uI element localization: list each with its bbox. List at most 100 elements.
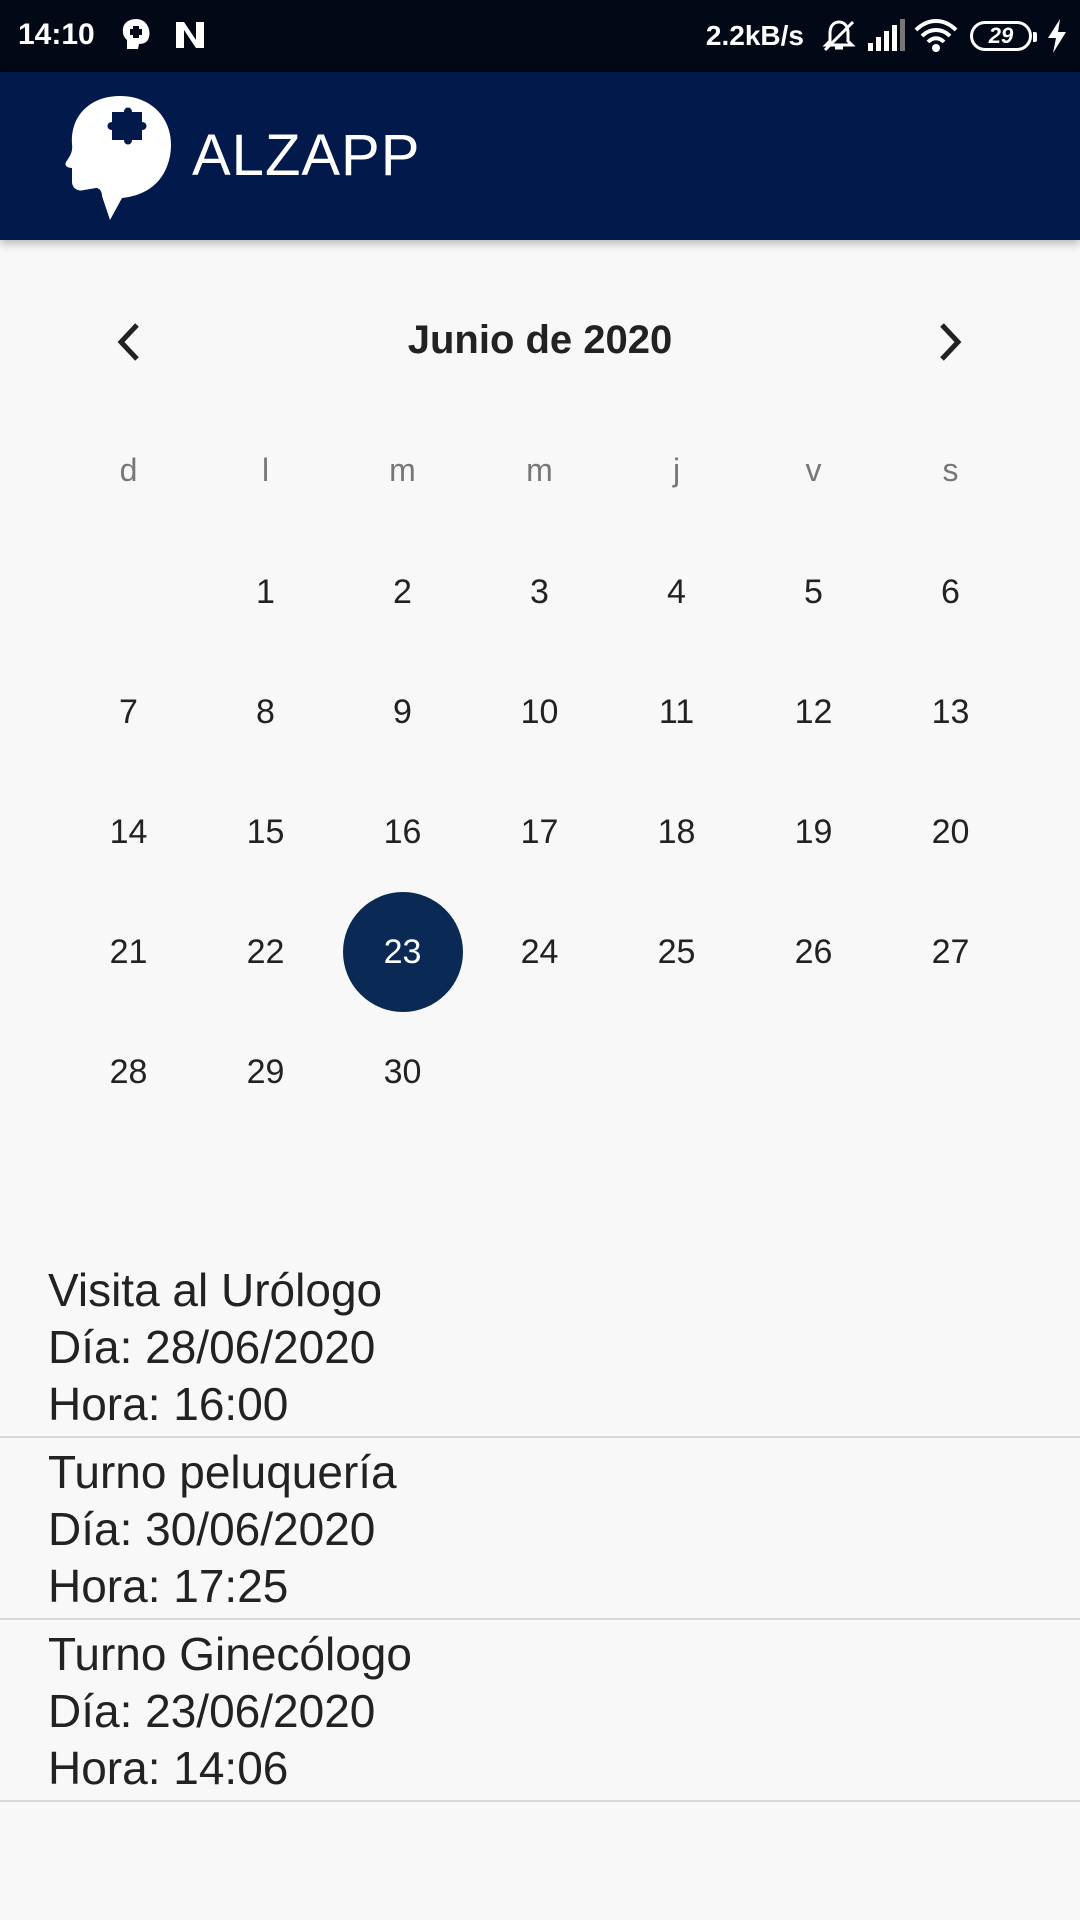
event-title: Visita al Urólogo [48, 1264, 383, 1316]
app-title: ALZAPP [192, 123, 421, 188]
calendar-day[interactable]: 11 [608, 652, 745, 772]
day-number: 15 [246, 812, 285, 851]
calendar-day[interactable]: 8 [197, 652, 334, 772]
calendar-day[interactable]: 1 [197, 532, 334, 652]
calendar-day[interactable]: 3 [471, 532, 608, 652]
calendar-day[interactable]: 13 [882, 652, 1019, 772]
calendar-empty-cell [60, 532, 197, 652]
calendar-day[interactable]: 26 [745, 892, 882, 1012]
weekday-header-row: dlmmjvs [60, 452, 1020, 489]
event-time: Hora: 16:00 [48, 1378, 289, 1430]
calendar-day[interactable]: 6 [882, 532, 1019, 652]
day-number: 24 [520, 932, 559, 971]
day-number: 11 [658, 692, 695, 731]
weekday-label: m [526, 452, 553, 488]
day-number: 16 [383, 812, 422, 851]
event-list-item[interactable]: Turno Ginecólogo Día: 23/06/2020 Hora: 14:… [0, 1620, 1080, 1802]
day-number: 22 [246, 932, 285, 971]
day-number: 18 [657, 812, 696, 851]
day-number: 12 [794, 692, 833, 731]
weekday-label: v [805, 452, 822, 488]
calendar-day[interactable]: 21 [60, 892, 197, 1012]
calendar-day[interactable]: 2 [334, 532, 471, 652]
calendar-day[interactable]: 5 [745, 532, 882, 652]
calendar-day[interactable]: 9 [334, 652, 471, 772]
day-number: 5 [804, 572, 823, 611]
mute-icon [822, 20, 856, 52]
event-date: Día: 28/06/2020 [48, 1321, 376, 1373]
event-title: Turno peluquería [48, 1446, 397, 1498]
event-date: Día: 23/06/2020 [48, 1685, 376, 1737]
event-list-item[interactable]: Visita al Urólogo Día: 28/06/2020 Hora: 16… [0, 1256, 1080, 1438]
n-app-icon [176, 22, 204, 48]
battery-level: 29 [988, 23, 1014, 48]
weekday-label: j [672, 452, 681, 488]
day-number: 13 [931, 692, 970, 731]
day-number: 8 [256, 692, 275, 731]
weekday-label: s [942, 452, 959, 488]
signal-icon [868, 19, 905, 51]
calendar-day-grid: 1 2 3 4 5 6 7 8 9 10 11 12 13 14 15 16 17 18 19 20 21 22 23 24 2… [60, 532, 1020, 1132]
status-time: 14:10 [18, 18, 95, 51]
day-number: 2 [393, 572, 412, 611]
calendar-day[interactable]: 4 [608, 532, 745, 652]
day-number: 27 [931, 932, 970, 971]
calendar-day[interactable]: 30 [334, 1012, 471, 1132]
day-number: 29 [246, 1052, 285, 1091]
calendar-day[interactable]: 25 [608, 892, 745, 1012]
event-list-item[interactable]: Turno peluquería Día: 30/06/2020 Hora: 17:… [0, 1438, 1080, 1620]
calendar-day[interactable]: 7 [60, 652, 197, 772]
day-number: 19 [794, 812, 833, 851]
calendar-header: Junio de 2020 [0, 300, 1080, 384]
day-number: 10 [520, 692, 559, 731]
calendar-day[interactable]: 24 [471, 892, 608, 1012]
day-number: 14 [109, 812, 148, 851]
weekday-label: m [389, 452, 416, 488]
day-number: 7 [119, 692, 138, 731]
calendar-day[interactable]: 16 [334, 772, 471, 892]
event-date: Día: 30/06/2020 [48, 1503, 376, 1555]
status-bar: 14:10 2.2kB/s 29 [0, 0, 1080, 72]
head-puzzle-icon [65, 96, 171, 220]
day-number: 4 [667, 572, 686, 611]
status-right-group: 2.2kB/s 29 [706, 14, 1068, 58]
day-number: 9 [393, 692, 412, 731]
calendar-day[interactable]: 27 [882, 892, 1019, 1012]
chevron-right-icon [940, 323, 962, 361]
day-number: 23 [342, 892, 463, 1012]
day-number: 1 [256, 572, 275, 611]
calendar-day[interactable]: 20 [882, 772, 1019, 892]
next-month-button[interactable] [918, 310, 982, 374]
weekday-label: l [261, 452, 270, 488]
calendar-day[interactable]: 10 [471, 652, 608, 772]
network-speed: 2.2kB/s [705, 20, 804, 51]
calendar-day[interactable]: 18 [608, 772, 745, 892]
calendar-day[interactable]: 15 [197, 772, 334, 892]
day-number: 6 [941, 572, 960, 611]
calendar-day[interactable]: 22 [197, 892, 334, 1012]
day-number: 30 [383, 1052, 422, 1091]
day-number: 20 [931, 812, 970, 851]
calendar-day-selected[interactable]: 23 [334, 892, 471, 1012]
charging-icon [1048, 19, 1066, 53]
day-number: 26 [794, 932, 833, 971]
event-list: Visita al Urólogo Día: 28/06/2020 Hora: 16… [0, 1256, 1080, 1802]
wifi-icon [914, 19, 958, 52]
calendar-day[interactable]: 14 [60, 772, 197, 892]
calendar-day[interactable]: 19 [745, 772, 882, 892]
event-time: Hora: 17:25 [48, 1560, 289, 1612]
day-number: 21 [109, 932, 148, 971]
app-bar: ALZAPP [0, 72, 1080, 240]
day-number: 28 [109, 1052, 148, 1091]
brain-notification-icon [122, 19, 150, 49]
event-title: Turno Ginecólogo [48, 1628, 412, 1680]
day-number: 25 [657, 932, 696, 971]
weekday-label: d [119, 452, 138, 488]
calendar-day[interactable]: 29 [197, 1012, 334, 1132]
event-time: Hora: 14:06 [48, 1742, 289, 1794]
calendar-day[interactable]: 17 [471, 772, 608, 892]
calendar-day[interactable]: 12 [745, 652, 882, 772]
calendar-day[interactable]: 28 [60, 1012, 197, 1132]
battery-icon: 29 [970, 21, 1037, 51]
day-number: 17 [520, 812, 559, 851]
